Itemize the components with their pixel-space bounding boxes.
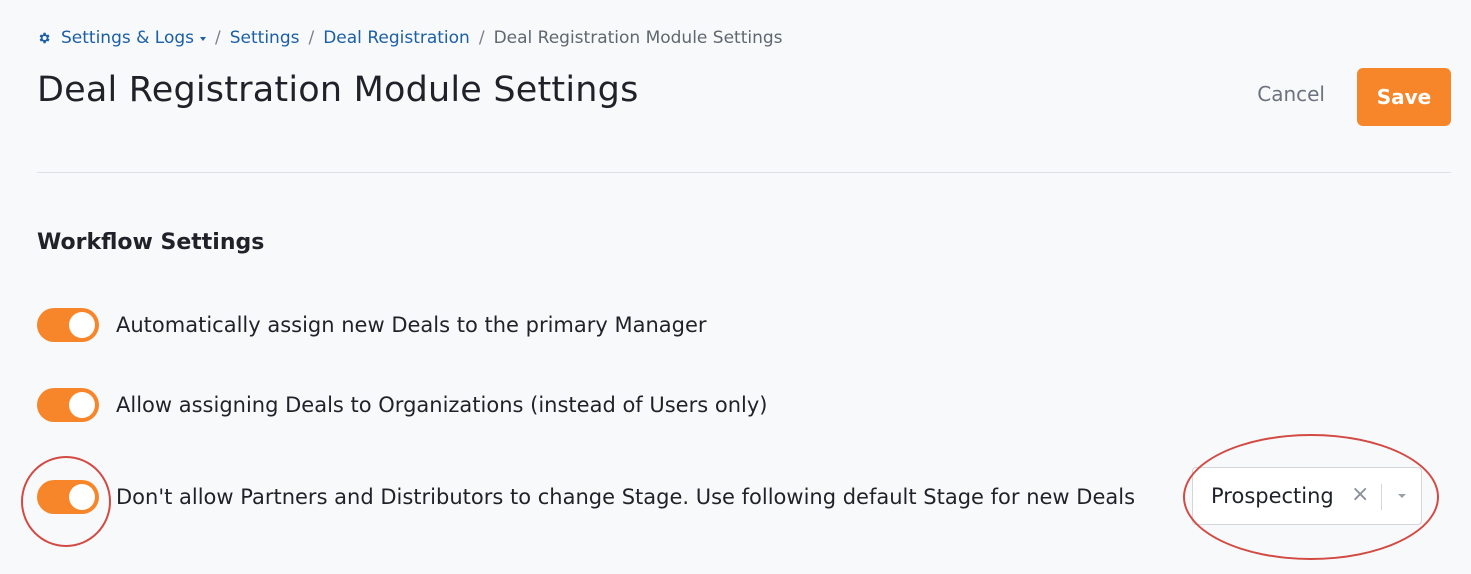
page-title: Deal Registration Module Settings [37,70,639,110]
header-divider [37,172,1451,173]
breadcrumb-settings-logs-dropdown[interactable]: Settings & Logs [37,28,207,48]
breadcrumb-settings-link[interactable]: Settings [230,28,300,48]
clear-icon[interactable]: × [1351,483,1369,507]
setting-row-auto-assign: Automatically assign new Deals to the pr… [37,308,707,342]
lock-stage-label: Don't allow Partners and Distributors to… [116,485,1136,509]
toggle-knob [69,392,95,418]
chevron-down-icon[interactable] [1398,494,1406,498]
save-button[interactable]: Save [1357,68,1451,126]
workflow-settings-heading: Workflow Settings [37,230,265,255]
page: Settings & Logs / Settings / Deal Regist… [37,0,1451,574]
breadcrumb-root-label: Settings & Logs [61,28,195,48]
gear-icon [39,32,50,44]
setting-row-lock-stage: Don't allow Partners and Distributors to… [37,480,1135,514]
auto-assign-label: Automatically assign new Deals to the pr… [116,313,707,337]
toggle-knob [69,484,95,510]
breadcrumb: Settings & Logs / Settings / Deal Regist… [37,26,783,50]
select-separator [1381,484,1382,510]
lock-stage-toggle[interactable] [37,480,99,514]
cancel-button[interactable]: Cancel [1257,82,1325,106]
breadcrumb-deal-registration-link[interactable]: Deal Registration [323,28,470,48]
assign-organizations-toggle[interactable] [37,388,99,422]
toggle-knob [69,312,95,338]
caret-down-icon [200,37,207,41]
auto-assign-toggle[interactable] [37,308,99,342]
breadcrumb-separator: / [478,28,485,48]
assign-organizations-label: Allow assigning Deals to Organizations (… [116,393,768,417]
breadcrumb-current: Deal Registration Module Settings [493,28,783,48]
breadcrumb-separator: / [215,28,221,48]
default-stage-select[interactable]: Prospecting × [1192,467,1422,525]
breadcrumb-separator: / [308,28,315,48]
default-stage-value: Prospecting [1211,484,1334,508]
setting-row-assign-organizations: Allow assigning Deals to Organizations (… [37,388,767,422]
